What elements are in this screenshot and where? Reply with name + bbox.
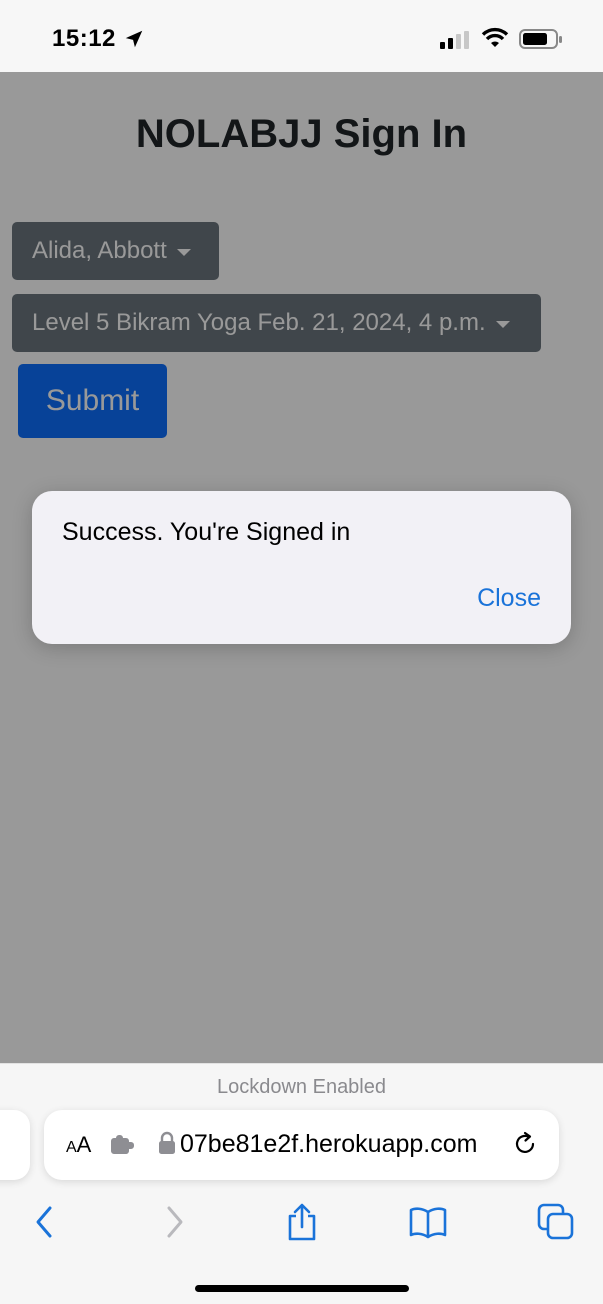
chevron-right-icon [167, 1206, 183, 1238]
cellular-signal-icon [440, 31, 469, 49]
browser-toolbar: Lockdown Enabled AA 07be81e2f.herokuapp.… [0, 1063, 603, 1304]
chevron-left-icon [36, 1206, 52, 1238]
extension-icon[interactable] [110, 1134, 136, 1156]
wifi-icon [481, 27, 509, 47]
forward-button[interactable] [153, 1200, 197, 1244]
text-size-large-a: A [76, 1132, 92, 1157]
back-button[interactable] [22, 1200, 66, 1244]
alert-dialog: Success. You're Signed in Close [32, 491, 571, 644]
alert-close-button[interactable]: Close [477, 584, 541, 613]
status-bar: 15:12 [0, 0, 603, 72]
battery-icon [519, 29, 562, 49]
share-button[interactable] [280, 1200, 324, 1244]
url-text: 07be81e2f.herokuapp.com [180, 1130, 478, 1158]
home-indicator [195, 1285, 409, 1292]
alert-message: Success. You're Signed in [62, 518, 351, 546]
address-bar[interactable]: AA 07be81e2f.herokuapp.com [44, 1110, 559, 1180]
tabs-button[interactable] [534, 1200, 578, 1244]
location-arrow-icon [125, 30, 143, 48]
navigation-row [0, 1200, 603, 1250]
tabs-icon [537, 1203, 574, 1240]
lockdown-status: Lockdown Enabled [216, 1076, 386, 1098]
share-icon [288, 1203, 316, 1241]
text-size-small-a: A [66, 1139, 77, 1156]
lock-icon [159, 1131, 175, 1154]
page-settings-button[interactable]: AA [66, 1132, 91, 1158]
reload-icon[interactable] [511, 1130, 539, 1158]
book-icon [409, 1207, 447, 1239]
bookmarks-button[interactable] [406, 1200, 450, 1244]
previous-tab-card[interactable] [0, 1110, 30, 1180]
status-time: 15:12 [52, 25, 116, 52]
